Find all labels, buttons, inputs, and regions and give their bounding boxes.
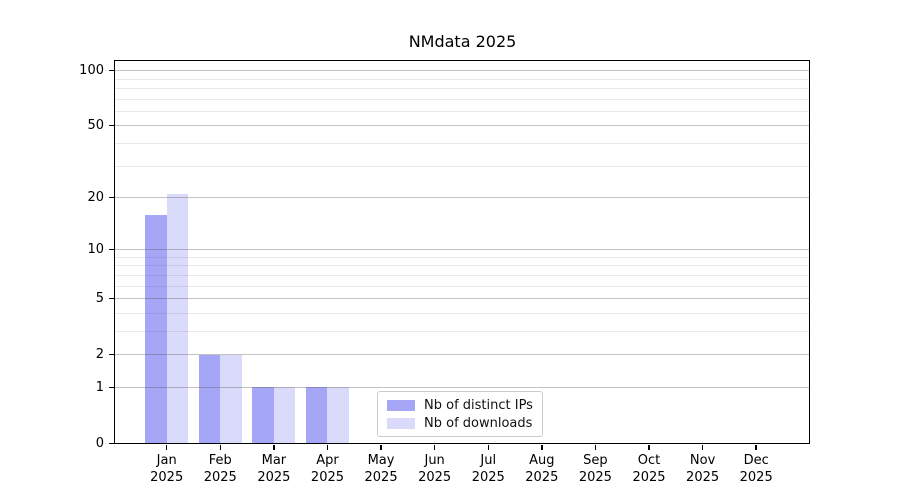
y-tick-mark bbox=[109, 387, 114, 388]
y-tick-mark bbox=[109, 249, 114, 250]
gridline-minor bbox=[115, 143, 810, 144]
gridline-minor bbox=[115, 88, 810, 89]
gridline-major bbox=[115, 387, 810, 388]
bar-distinct-ips bbox=[306, 387, 327, 443]
y-tick-label: 2 bbox=[60, 348, 104, 361]
x-tick-mark bbox=[755, 445, 756, 450]
legend-swatch-downloads bbox=[387, 418, 415, 429]
gridline-major bbox=[115, 354, 810, 355]
gridline-major bbox=[115, 197, 810, 198]
y-tick-label: 1 bbox=[60, 381, 104, 394]
gridline-minor bbox=[115, 265, 810, 266]
x-tick-month: Dec bbox=[724, 452, 788, 469]
legend-swatch-distinct-ips bbox=[387, 400, 415, 411]
bar-distinct-ips bbox=[252, 387, 273, 443]
x-tick-mark bbox=[220, 445, 221, 450]
y-tick-label: 5 bbox=[60, 292, 104, 305]
gridline-minor bbox=[115, 257, 810, 258]
x-tick-mark bbox=[541, 445, 542, 450]
x-tick-mark bbox=[702, 445, 703, 450]
gridline-minor bbox=[115, 331, 810, 332]
y-tick-label: 20 bbox=[60, 191, 104, 204]
y-tick-mark bbox=[109, 125, 114, 126]
y-tick-mark bbox=[109, 70, 114, 71]
y-tick-label: 0 bbox=[60, 437, 104, 450]
x-tick-mark bbox=[273, 445, 274, 450]
legend-label-downloads: Nb of downloads bbox=[424, 416, 532, 431]
y-tick-mark bbox=[109, 443, 114, 444]
x-tick-mark bbox=[327, 445, 328, 450]
x-tick-mark bbox=[488, 445, 489, 450]
x-tick-year: 2025 bbox=[724, 469, 788, 486]
x-tick-label: Dec2025 bbox=[724, 452, 788, 486]
bar-downloads bbox=[274, 387, 295, 443]
chart-title: NMdata 2025 bbox=[115, 32, 810, 51]
y-tick-mark bbox=[109, 354, 114, 355]
x-tick-mark bbox=[166, 445, 167, 450]
gridline-minor bbox=[115, 166, 810, 167]
bar-distinct-ips bbox=[199, 355, 220, 444]
bar-downloads bbox=[220, 355, 241, 444]
legend-entry-distinct-ips: Nb of distinct IPs bbox=[387, 398, 542, 413]
gridline-major bbox=[115, 125, 810, 126]
x-tick-mark bbox=[648, 445, 649, 450]
bar-downloads bbox=[327, 387, 348, 443]
gridline-major bbox=[115, 249, 810, 250]
gridline-minor bbox=[115, 111, 810, 112]
y-tick-label: 10 bbox=[60, 243, 104, 256]
x-tick-mark bbox=[380, 445, 381, 450]
gridline-minor bbox=[115, 79, 810, 80]
gridline-major bbox=[115, 70, 810, 71]
legend: Nb of distinct IPs Nb of downloads bbox=[377, 391, 543, 437]
legend-entry-downloads: Nb of downloads bbox=[387, 416, 542, 431]
bar-downloads bbox=[167, 194, 188, 444]
legend-label-distinct-ips: Nb of distinct IPs bbox=[424, 398, 533, 413]
figure: NMdata 2025 0125102050100Jan2025Feb2025M… bbox=[0, 0, 900, 500]
gridline-minor bbox=[115, 99, 810, 100]
y-tick-label: 50 bbox=[60, 119, 104, 132]
y-tick-label: 100 bbox=[60, 64, 104, 77]
gridline-minor bbox=[115, 286, 810, 287]
gridline-minor bbox=[115, 275, 810, 276]
gridline-major bbox=[115, 298, 810, 299]
y-tick-mark bbox=[109, 298, 114, 299]
x-tick-mark bbox=[434, 445, 435, 450]
y-tick-mark bbox=[109, 197, 114, 198]
x-tick-mark bbox=[595, 445, 596, 450]
gridline-minor bbox=[115, 313, 810, 314]
